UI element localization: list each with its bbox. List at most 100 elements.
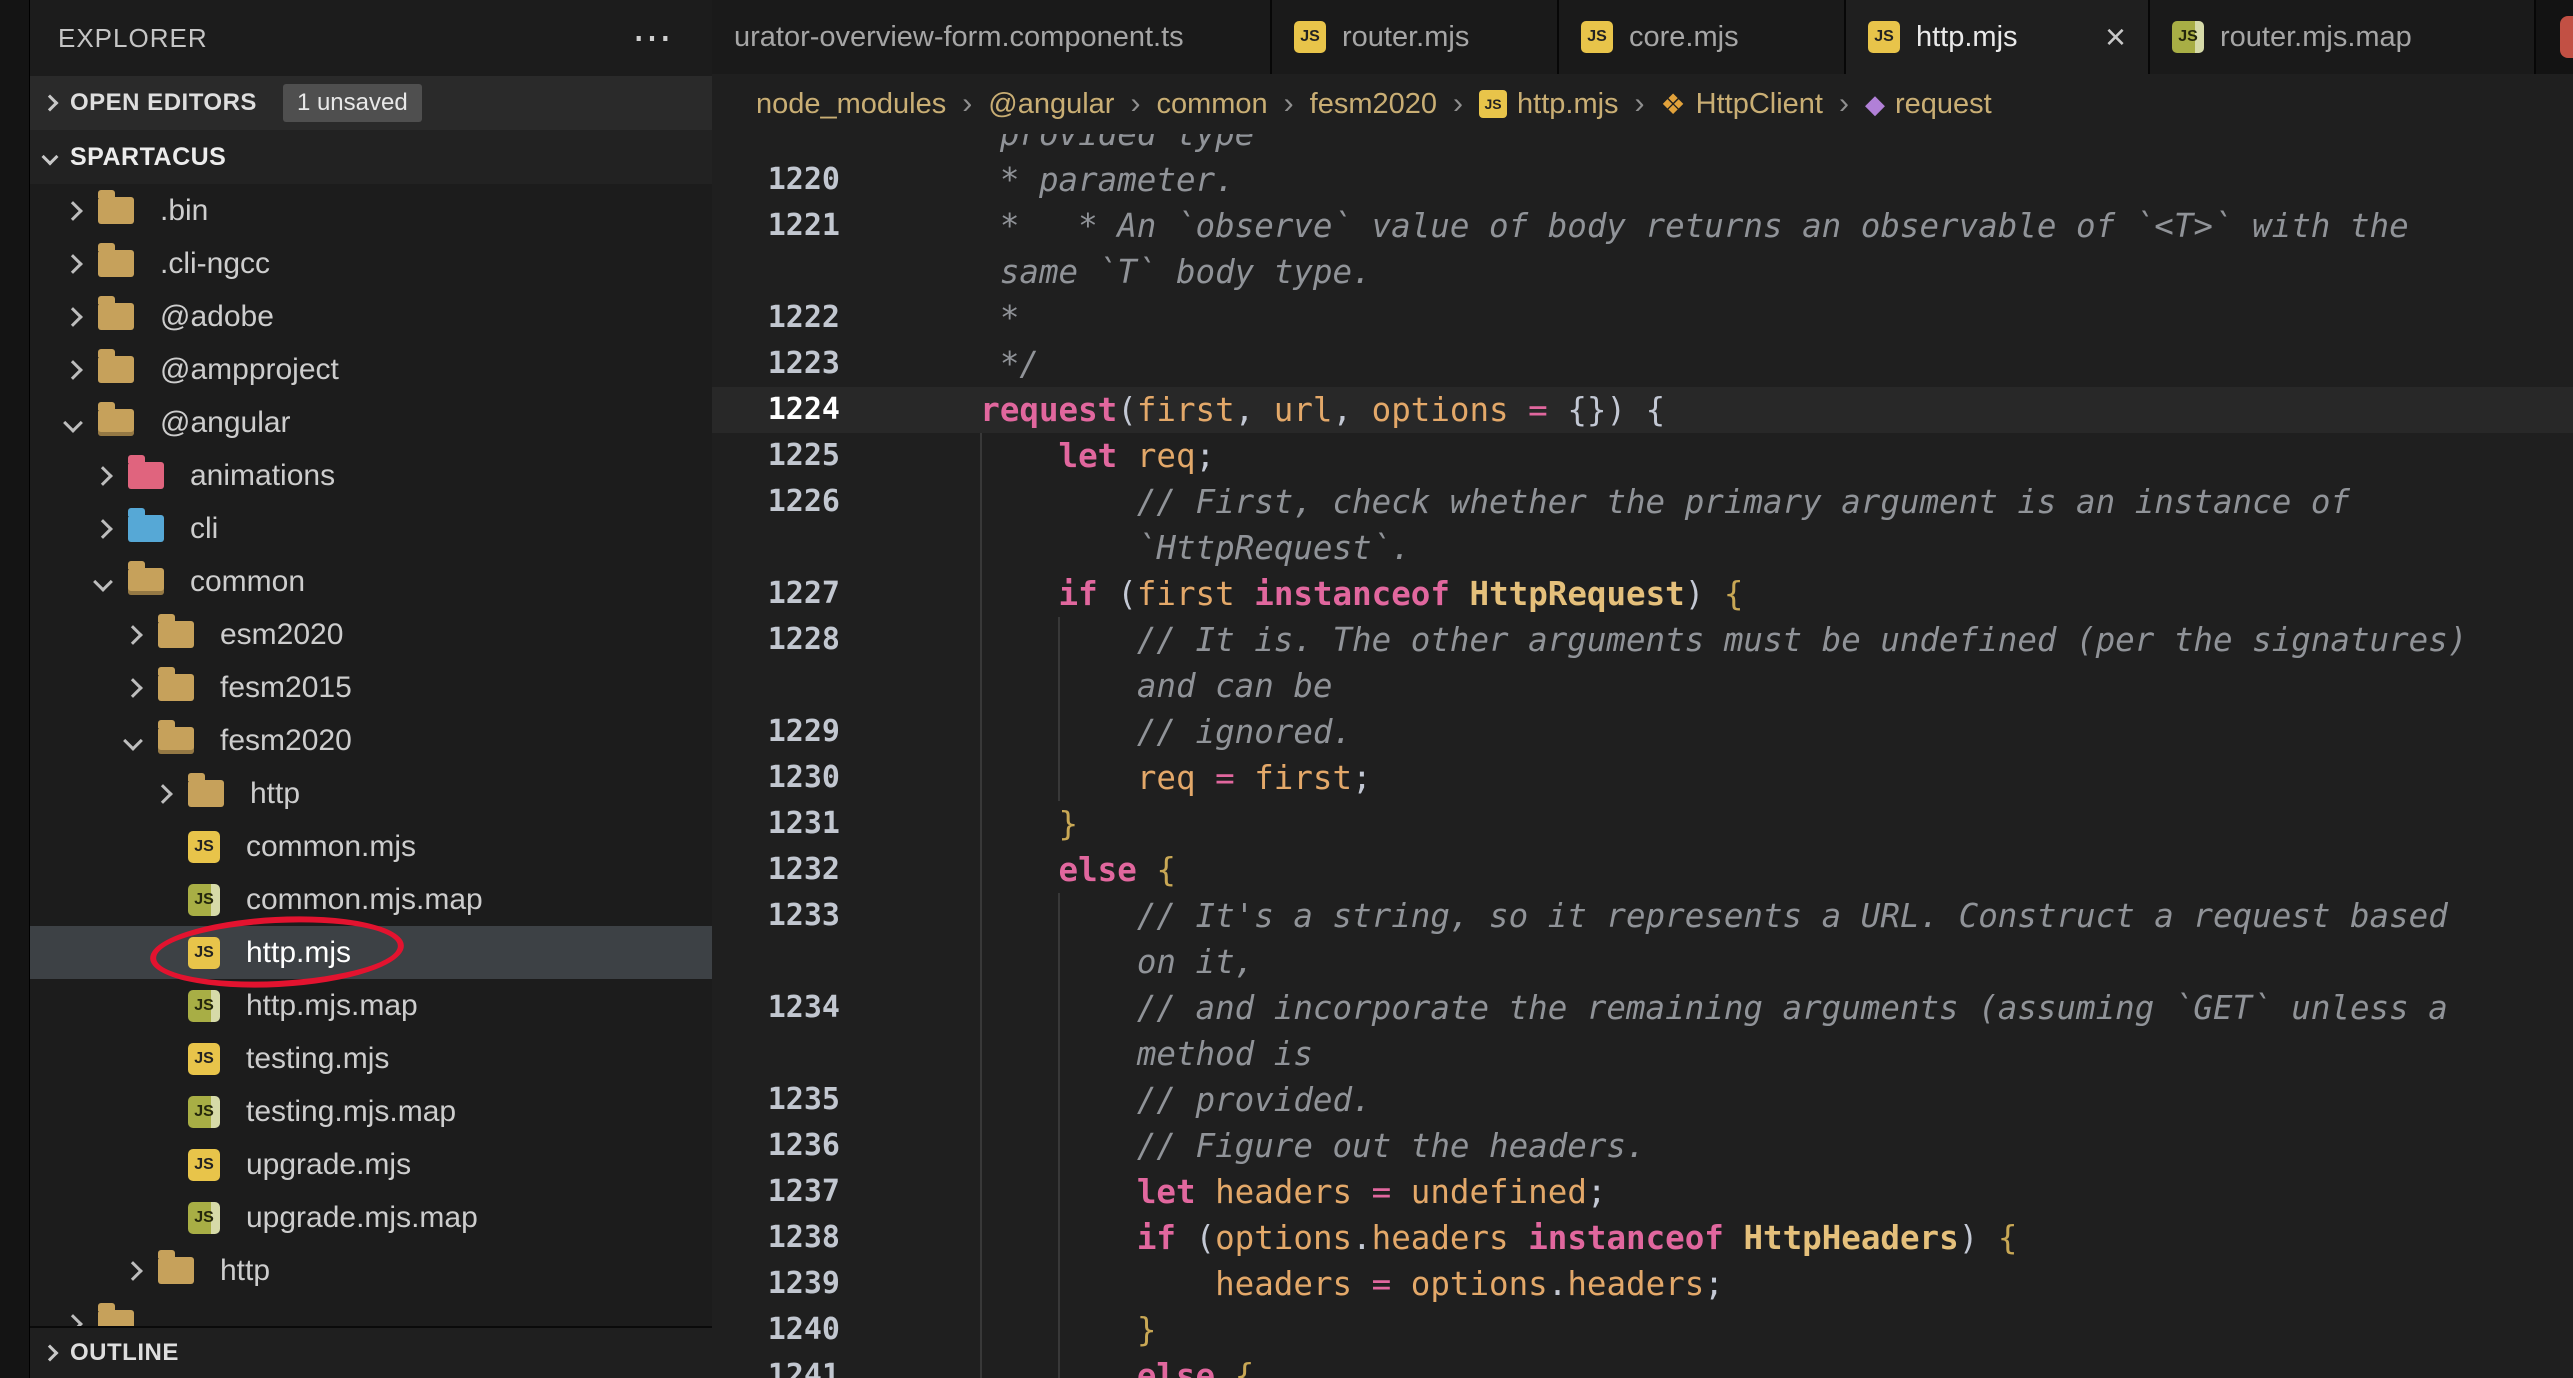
code-line-1232[interactable]: 1232else { — [712, 847, 2573, 893]
code-token: headers — [1372, 1219, 1509, 1257]
tree-item-testing.mjs.map[interactable]: JStesting.mjs.map — [30, 1085, 712, 1138]
code-token: HttpRequest — [1470, 575, 1685, 613]
tree-item-label: esm2020 — [220, 618, 343, 652]
line-number: 1235 — [712, 1077, 840, 1123]
code-line-1235[interactable]: 1235// provided. — [712, 1077, 2573, 1123]
tree-item-cli[interactable]: cli — [30, 502, 712, 555]
tree-item-label: common.mjs — [246, 830, 416, 864]
code-line-1239[interactable]: 1239headers = options.headers; — [712, 1261, 2573, 1307]
code-area[interactable]: provided type1220* parameter.1221* * An … — [712, 134, 2573, 1378]
breadcrumb-item-node_modules[interactable]: node_modules — [756, 88, 946, 121]
tab-close-icon[interactable]: × — [2081, 22, 2126, 52]
tree-item-common[interactable]: common — [30, 555, 712, 608]
outline-section-header[interactable]: OUTLINE — [30, 1326, 712, 1378]
code-line-wrap[interactable]: same `T` body type. — [712, 249, 2573, 295]
code-token: HttpHeaders — [1743, 1219, 1958, 1257]
code-line-1223[interactable]: 1223*/ — [712, 341, 2573, 387]
code-line-1238[interactable]: 1238if (options.headers instanceof HttpH… — [712, 1215, 2573, 1261]
code-line-1231[interactable]: 1231} — [712, 801, 2573, 847]
more-actions-icon[interactable]: ⋯ — [632, 28, 672, 48]
line-number: 1238 — [712, 1215, 840, 1261]
code-line-1227[interactable]: 1227if (first instanceof HttpRequest) { — [712, 571, 2573, 617]
breadcrumb-item-HttpClient[interactable]: ❖HttpClient — [1661, 88, 1823, 121]
tree-item-upgrade.mjs.map[interactable]: JSupgrade.mjs.map — [30, 1191, 712, 1244]
tree-item-http.mjs[interactable]: JShttp.mjs — [30, 926, 712, 979]
code-text: } — [1137, 1307, 1157, 1353]
breadcrumb-item-fesm2020[interactable]: fesm2020 — [1310, 88, 1437, 121]
code-line-1241[interactable]: 1241else { — [712, 1353, 2573, 1378]
editor-tab-router.mjs[interactable]: JSrouter.mjs — [1272, 0, 1559, 74]
line-number: 1222 — [712, 295, 840, 341]
workspace-section-header[interactable]: SPARTACUS — [30, 130, 712, 184]
folder-icon — [98, 197, 134, 224]
code-line-1222[interactable]: 1222 * — [712, 295, 2573, 341]
chevron-right-icon — [42, 95, 59, 112]
breadcrumb-item-common[interactable]: common — [1156, 88, 1267, 121]
tree-item-.cli-ngcc[interactable]: .cli-ngcc — [30, 237, 712, 290]
code-line-1220[interactable]: 1220* parameter. — [712, 157, 2573, 203]
open-editors-label: OPEN EDITORS — [70, 89, 257, 117]
class-symbol-icon: ❖ — [1661, 88, 1686, 121]
tab-label: router.mjs.map — [2220, 21, 2412, 54]
tree-item-common.mjs.map[interactable]: JScommon.mjs.map — [30, 873, 712, 926]
open-editors-section[interactable]: OPEN EDITORS 1 unsaved — [30, 76, 712, 130]
code-line-1228[interactable]: 1228// It is. The other arguments must b… — [712, 617, 2573, 663]
code-token: { — [1235, 1357, 1255, 1378]
line-number: 1225 — [712, 433, 840, 479]
comment-token: // It is. The other arguments must be un… — [1137, 621, 2468, 659]
tree-item-@angular[interactable]: @angular — [30, 396, 712, 449]
breadcrumb-separator: › — [1453, 87, 1463, 121]
code-text: let headers = undefined; — [1137, 1169, 1607, 1215]
editor-tab-urator-overview-form.component.ts[interactable]: urator-overview-form.component.ts — [712, 0, 1272, 74]
tree-item-upgrade.mjs[interactable]: JSupgrade.mjs — [30, 1138, 712, 1191]
breadcrumb-item-request[interactable]: ◆request — [1865, 88, 1992, 121]
code-text: else { — [1137, 1353, 1254, 1378]
tree-item-fesm2020[interactable]: fesm2020 — [30, 714, 712, 767]
code-token: = — [1352, 1173, 1411, 1211]
breadcrumb-item-http.mjs[interactable]: JShttp.mjs — [1479, 88, 1619, 121]
tree-item-testing.mjs[interactable]: JStesting.mjs — [30, 1032, 712, 1085]
code-line-wrap[interactable]: and can be — [712, 663, 2573, 709]
code-line-wrap[interactable]: on it, — [712, 939, 2573, 985]
tree-item-common.mjs[interactable]: JScommon.mjs — [30, 820, 712, 873]
editor-tab-router.mjs.map[interactable]: JSrouter.mjs.map — [2150, 0, 2536, 74]
code-line-1226[interactable]: 1226// First, check whether the primary … — [712, 479, 2573, 525]
editor-tab-http.mjs[interactable]: JShttp.mjs× — [1846, 0, 2150, 74]
breadcrumb-label: @angular — [988, 88, 1114, 121]
code-line-1225[interactable]: 1225let req; — [712, 433, 2573, 479]
code-line-wrap[interactable]: provided type — [712, 134, 2573, 157]
tree-item-@ampproject[interactable]: @ampproject — [30, 343, 712, 396]
code-line-1221[interactable]: 1221* * An `observe` value of body retur… — [712, 203, 2573, 249]
code-line-1230[interactable]: 1230req = first; — [712, 755, 2573, 801]
chevron-down-icon — [66, 416, 98, 430]
tree-item-partial[interactable] — [30, 1297, 712, 1326]
breadcrumb-item-@angular[interactable]: @angular — [988, 88, 1114, 121]
tree-item-http.mjs.map[interactable]: JShttp.mjs.map — [30, 979, 712, 1032]
code-token: , — [1235, 391, 1274, 429]
tree-item-esm2020[interactable]: esm2020 — [30, 608, 712, 661]
explorer-title: EXPLORER — [58, 23, 208, 54]
partial-icon-right[interactable] — [2560, 16, 2573, 58]
tree-item-@adobe[interactable]: @adobe — [30, 290, 712, 343]
tree-item-http[interactable]: http — [30, 1244, 712, 1297]
editor-tab-core.mjs[interactable]: JScore.mjs — [1559, 0, 1846, 74]
code-line-wrap[interactable]: `HttpRequest`. — [712, 525, 2573, 571]
code-line-1233[interactable]: 1233// It's a string, so it represents a… — [712, 893, 2573, 939]
tree-item-animations[interactable]: animations — [30, 449, 712, 502]
code-line-1240[interactable]: 1240} — [712, 1307, 2573, 1353]
tree-item-label: .cli-ngcc — [160, 247, 270, 281]
code-line-1236[interactable]: 1236// Figure out the headers. — [712, 1123, 2573, 1169]
tree-item-label: @ampproject — [160, 353, 339, 387]
tree-item-.bin[interactable]: .bin — [30, 184, 712, 237]
js-file-icon: JS — [1294, 21, 1326, 53]
js-map-file-icon: JS — [188, 884, 220, 916]
chevron-right-icon — [66, 363, 98, 377]
tree-item-fesm2015[interactable]: fesm2015 — [30, 661, 712, 714]
code-line-1237[interactable]: 1237let headers = undefined; — [712, 1169, 2573, 1215]
code-line-wrap[interactable]: method is — [712, 1031, 2573, 1077]
code-line-1229[interactable]: 1229// ignored. — [712, 709, 2573, 755]
code-text: * — [1000, 295, 1020, 341]
code-line-1234[interactable]: 1234// and incorporate the remaining arg… — [712, 985, 2573, 1031]
code-line-1224[interactable]: 1224request(first, url, options = {}) { — [712, 387, 2573, 433]
tree-item-http[interactable]: http — [30, 767, 712, 820]
